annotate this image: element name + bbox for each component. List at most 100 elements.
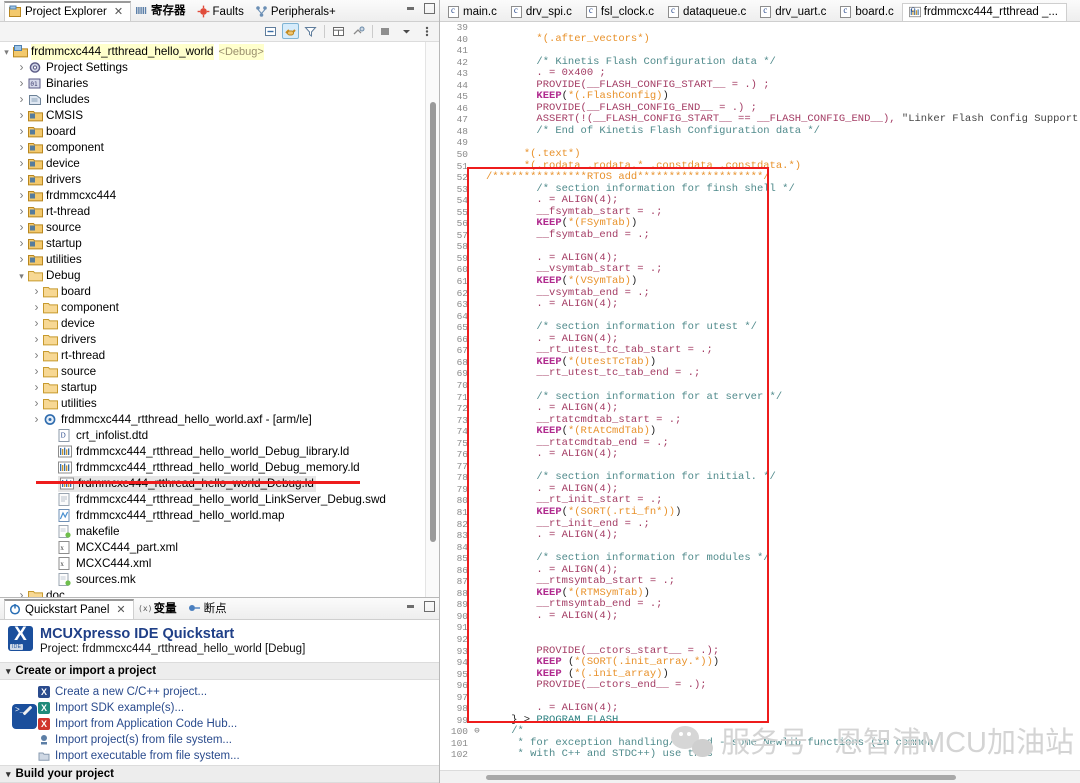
tree-item[interactable]: startup <box>0 380 439 396</box>
chevron-right-icon[interactable] <box>30 347 43 364</box>
chevron-right-icon[interactable] <box>15 187 28 204</box>
chevron-right-icon[interactable] <box>30 411 43 428</box>
tree-item-content[interactable]: x MCXC444.xml <box>58 556 151 572</box>
chevron-right-icon[interactable] <box>15 123 28 140</box>
tree-item[interactable]: frdmmcxc444_rtthread_hello_world_LinkSer… <box>0 492 439 508</box>
tree-item-content[interactable]: utilities <box>43 396 97 412</box>
minimize-icon[interactable] <box>406 3 417 14</box>
explorer-scroll-thumb[interactable] <box>430 101 436 542</box>
tree-item-content[interactable]: startup <box>43 380 97 396</box>
quickstart-link[interactable]: X Import from Application Code Hub... <box>0 716 439 732</box>
code-line[interactable]: 76 . = ALIGN(4); <box>440 448 1080 461</box>
code-line[interactable]: 40 *(.after_vectors*) <box>440 33 1080 46</box>
editor-tab[interactable]: fsl_clock.c <box>580 4 662 21</box>
close-icon[interactable]: ✕ <box>116 603 125 616</box>
code-editor[interactable]: 39 40 *(.after_vectors*) 41 42 /* Kinetis F… <box>440 22 1080 783</box>
tree-item-content[interactable]: frdmmcxc444_rtthread_hello_world_Debug_m… <box>58 460 360 476</box>
tree-item-content[interactable]: Dcrt_infolist.dtd <box>58 428 148 444</box>
quickstart-link-label[interactable]: Import project(s) from file system... <box>55 734 232 746</box>
code-line[interactable]: 90 . = ALIGN(4); <box>440 610 1080 623</box>
tab-quickstart-panel[interactable]: Quickstart Panel ✕ <box>4 599 134 620</box>
view-overflow-button[interactable] <box>418 23 435 39</box>
editor-tab[interactable]: main.c <box>442 4 505 21</box>
tree-item[interactable]: rt-thread <box>0 348 439 364</box>
tab-variables[interactable]: (x)= 变量 <box>134 598 184 619</box>
tab-peripherals[interactable]: Peripherals+ <box>251 3 343 21</box>
editor-tab[interactable]: board.c <box>834 4 901 21</box>
layout-button[interactable] <box>330 23 347 39</box>
tree-item[interactable]: board <box>0 284 439 300</box>
tree-item[interactable]: 01 Binaries <box>0 76 439 92</box>
chevron-right-icon[interactable] <box>30 299 43 316</box>
tree-item[interactable]: device <box>0 156 439 172</box>
quickstart-link[interactable]: X Import SDK example(s)... <box>0 700 439 716</box>
tree-item[interactable]: rt-thread <box>0 204 439 220</box>
tree-item-content[interactable]: makefile <box>58 524 120 540</box>
chevron-down-icon[interactable]: ▾ <box>6 666 11 677</box>
tree-item[interactable]: frdmmcxc444_rtthread_hello_world_Debug_m… <box>0 460 439 476</box>
tree-item-content[interactable]: drivers <box>28 172 81 188</box>
tree-item[interactable]: utilities <box>0 396 439 412</box>
tree-item-content[interactable]: board <box>28 124 76 140</box>
tree-item-content[interactable]: frdmmcxc444_rtthread_hello_world.axf - [… <box>43 412 312 428</box>
project-tree[interactable]: frdmmcxc444_rtthread_hello_world<Debug>P… <box>0 41 439 598</box>
tree-item-content[interactable]: drivers <box>43 332 96 348</box>
tree-item-content[interactable]: utilities <box>28 252 82 268</box>
tree-item[interactable]: Debug <box>0 268 439 284</box>
tree-item[interactable]: source <box>0 364 439 380</box>
tree-root-item[interactable]: frdmmcxc444_rtthread_hello_world<Debug> <box>0 43 439 60</box>
chevron-right-icon[interactable] <box>15 91 28 108</box>
tree-item[interactable]: x MCXC444_part.xml <box>0 540 439 556</box>
chevron-right-icon[interactable] <box>30 363 43 380</box>
chevron-down-icon[interactable] <box>15 268 28 284</box>
tree-item-content[interactable]: frdmmcxc444_rtthread_hello_world <Debug> <box>13 43 264 60</box>
section-create-or-import[interactable]: ▾ Create or import a project <box>0 662 439 681</box>
customize-view-button[interactable] <box>350 23 367 39</box>
collapse-all-button[interactable] <box>262 23 279 39</box>
code-line[interactable]: 48 /* End of Kinetis Flash Configuration… <box>440 125 1080 138</box>
tree-item[interactable]: frdmmcxc444 <box>0 188 439 204</box>
code-line[interactable]: 63 . = ALIGN(4); <box>440 298 1080 311</box>
maximize-icon[interactable] <box>424 601 435 613</box>
tree-item[interactable]: makefile <box>0 524 439 540</box>
view-menu-button[interactable] <box>378 23 395 39</box>
code-line[interactable]: 102 * with C++ and STDC++) use this <box>440 749 1080 761</box>
tree-item-content[interactable]: doc <box>28 588 65 598</box>
quickstart-link[interactable]: X Create a new C/C++ project... <box>0 684 439 700</box>
maximize-icon[interactable] <box>424 3 435 14</box>
link-with-editor-button[interactable] <box>282 23 299 40</box>
tree-item-content[interactable]: device <box>43 316 95 332</box>
quickstart-link[interactable]: Import project(s) from file system... <box>0 732 439 748</box>
chevron-right-icon[interactable] <box>30 395 43 412</box>
quickstart-link-label[interactable]: Import from Application Code Hub... <box>55 718 237 730</box>
chevron-right-icon[interactable] <box>15 107 28 124</box>
explorer-scrollbar[interactable] <box>425 41 439 598</box>
chevron-right-icon[interactable] <box>15 587 28 597</box>
tree-item[interactable]: board <box>0 124 439 140</box>
tree-item-content[interactable]: sources.mk <box>58 572 136 588</box>
chevron-down-icon[interactable] <box>0 44 13 60</box>
minimize-icon[interactable] <box>406 601 417 612</box>
tree-item-content[interactable]: source <box>43 364 96 380</box>
tree-item[interactable]: device <box>0 316 439 332</box>
editor-tab[interactable]: drv_uart.c <box>754 4 834 21</box>
code-line[interactable]: 83 . = ALIGN(4); <box>440 529 1080 542</box>
chevron-right-icon[interactable] <box>15 75 28 92</box>
tree-item[interactable]: CMSIS <box>0 108 439 124</box>
close-icon[interactable]: ✕ <box>114 5 123 18</box>
tree-item-content[interactable]: frdmmcxc444_rtthread_hello_world_Debug_l… <box>58 444 349 460</box>
tree-item[interactable]: component <box>0 300 439 316</box>
tree-item[interactable]: x MCXC444.xml <box>0 556 439 572</box>
tree-item-content[interactable]: component <box>43 300 119 316</box>
tree-item-content[interactable]: source <box>28 220 81 236</box>
code-line[interactable]: 69 __rt_utest_tc_tab_end = .; <box>440 368 1080 380</box>
editor-horizontal-scrollbar[interactable] <box>440 770 1080 783</box>
chevron-down-icon[interactable] <box>398 23 415 39</box>
quickstart-link-label[interactable]: Import SDK example(s)... <box>55 702 184 714</box>
tree-item-content[interactable]: Project Settings <box>28 60 128 76</box>
code-line[interactable]: 99 } > PROGRAM_FLASH <box>440 714 1080 727</box>
new-project-wizard-icon[interactable] <box>12 704 37 730</box>
tree-item-content[interactable]: CMSIS <box>28 108 83 124</box>
tree-item[interactable]: frdmmcxc444_rtthread_hello_world_Debug_l… <box>0 444 439 460</box>
editor-tab[interactable]: frdmmcxc444_rtthread _... <box>901 3 1067 21</box>
